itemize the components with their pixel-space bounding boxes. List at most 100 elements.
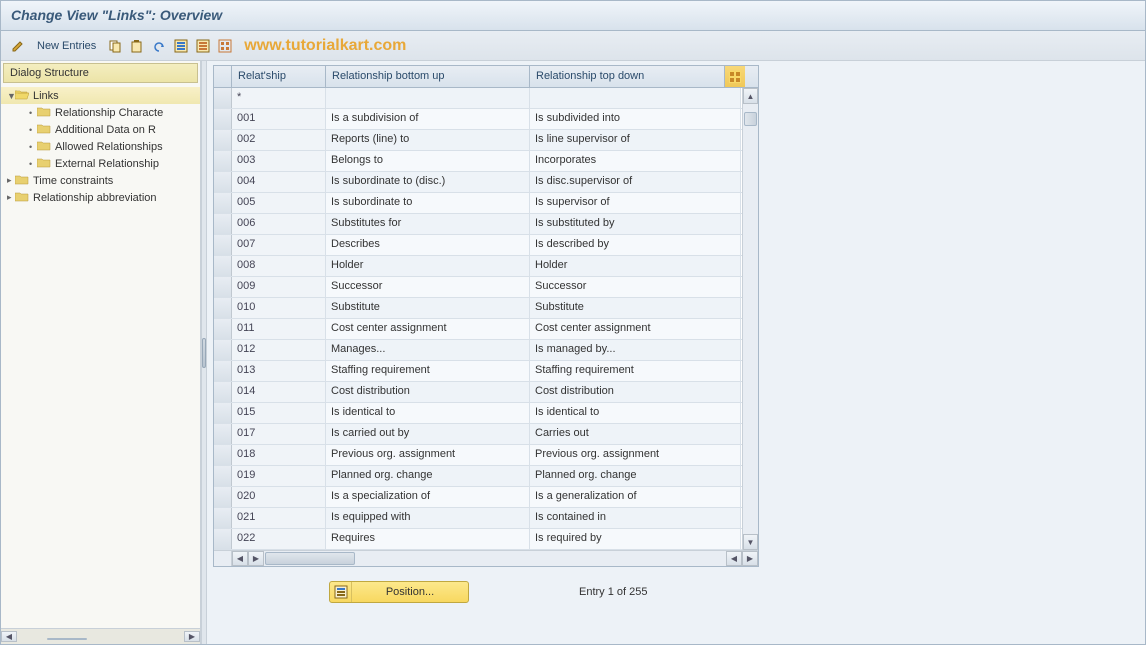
- cell-relationship[interactable]: 011: [232, 319, 326, 339]
- tree-item[interactable]: •Additional Data on R: [1, 121, 200, 138]
- row-select-button[interactable]: [214, 466, 232, 486]
- toggle-edit-icon[interactable]: [9, 37, 27, 55]
- scroll-down-icon[interactable]: ▼: [743, 534, 758, 550]
- hscroll-thumb[interactable]: [265, 552, 355, 565]
- cell-top-down[interactable]: Previous org. assignment: [530, 445, 741, 465]
- cell-bottom-up[interactable]: Requires: [326, 529, 530, 549]
- tree-item[interactable]: ▼Links: [1, 87, 200, 104]
- horizontal-scrollbar[interactable]: ◀ ▶ ◀ ▶: [214, 550, 758, 566]
- cell-bottom-up[interactable]: Planned org. change: [326, 466, 530, 486]
- cell-relationship[interactable]: 002: [232, 130, 326, 150]
- row-select-button[interactable]: [214, 256, 232, 276]
- col-header-top-down[interactable]: Relationship top down: [530, 66, 725, 87]
- vertical-scrollbar[interactable]: ▲ ▼: [742, 88, 758, 550]
- cell-top-down[interactable]: Is a generalization of: [530, 487, 741, 507]
- hscroll-right-icon[interactable]: ▶: [248, 551, 264, 566]
- sidebar-hscroll[interactable]: ◀ ▶: [1, 628, 200, 644]
- hscroll-right2-icon[interactable]: ▶: [742, 551, 758, 566]
- cell-relationship[interactable]: 017: [232, 424, 326, 444]
- cell-relationship[interactable]: 021: [232, 508, 326, 528]
- row-select-button[interactable]: [214, 424, 232, 444]
- cell-relationship[interactable]: 019: [232, 466, 326, 486]
- cell-relationship[interactable]: 010: [232, 298, 326, 318]
- cell-relationship[interactable]: 007: [232, 235, 326, 255]
- cell-bottom-up[interactable]: Is carried out by: [326, 424, 530, 444]
- cell-bottom-up[interactable]: Describes: [326, 235, 530, 255]
- cell-bottom-up[interactable]: Reports (line) to: [326, 130, 530, 150]
- cell-bottom-up[interactable]: Previous org. assignment: [326, 445, 530, 465]
- undo-icon[interactable]: [150, 37, 168, 55]
- cell-bottom-up[interactable]: Is a specialization of: [326, 487, 530, 507]
- cell-bottom-up[interactable]: Holder: [326, 256, 530, 276]
- row-select-button[interactable]: [214, 214, 232, 234]
- cell-relationship[interactable]: 014: [232, 382, 326, 402]
- tree-item[interactable]: •External Relationship: [1, 155, 200, 172]
- select-all-icon[interactable]: [172, 37, 190, 55]
- cell-relationship[interactable]: 018: [232, 445, 326, 465]
- cell-relationship[interactable]: 008: [232, 256, 326, 276]
- cell-relationship[interactable]: 020: [232, 487, 326, 507]
- cell-relationship[interactable]: 015: [232, 403, 326, 423]
- tree-item[interactable]: ▸Relationship abbreviation: [1, 189, 200, 206]
- row-select-button[interactable]: [214, 529, 232, 549]
- row-select-button[interactable]: [214, 298, 232, 318]
- row-select-button[interactable]: [214, 319, 232, 339]
- cell-bottom-up[interactable]: Is subordinate to: [326, 193, 530, 213]
- row-select-button[interactable]: [214, 340, 232, 360]
- cell-relationship[interactable]: 009: [232, 277, 326, 297]
- cell-bottom-up[interactable]: Is equipped with: [326, 508, 530, 528]
- cell-bottom-up[interactable]: Successor: [326, 277, 530, 297]
- col-header-relationship[interactable]: Relat'ship: [232, 66, 326, 87]
- cell-top-down[interactable]: Is contained in: [530, 508, 741, 528]
- row-select-button[interactable]: [214, 445, 232, 465]
- cell-top-down[interactable]: Is supervisor of: [530, 193, 741, 213]
- hscroll-left-icon[interactable]: ◀: [232, 551, 248, 566]
- cell-bottom-up[interactable]: Substitutes for: [326, 214, 530, 234]
- cell-top-down[interactable]: Staffing requirement: [530, 361, 741, 381]
- tree-item[interactable]: •Allowed Relationships: [1, 138, 200, 155]
- cell-top-down[interactable]: Substitute: [530, 298, 741, 318]
- cell-top-down[interactable]: Successor: [530, 277, 741, 297]
- cell-top-down[interactable]: Cost distribution: [530, 382, 741, 402]
- cell-top-down[interactable]: Carries out: [530, 424, 741, 444]
- row-select-button[interactable]: [214, 193, 232, 213]
- cell-top-down[interactable]: Cost center assignment: [530, 319, 741, 339]
- scroll-thumb[interactable]: [744, 112, 757, 126]
- scroll-right-icon[interactable]: ▶: [184, 631, 200, 642]
- cell-top-down[interactable]: Planned org. change: [530, 466, 741, 486]
- delete-icon[interactable]: [128, 37, 146, 55]
- cell-top-down[interactable]: Is managed by...: [530, 340, 741, 360]
- cell-relationship[interactable]: 005: [232, 193, 326, 213]
- cell-bottom-up[interactable]: [326, 88, 530, 108]
- cell-top-down[interactable]: Is described by: [530, 235, 741, 255]
- cell-top-down[interactable]: Is line supervisor of: [530, 130, 741, 150]
- cell-relationship[interactable]: 003: [232, 151, 326, 171]
- cell-bottom-up[interactable]: Cost distribution: [326, 382, 530, 402]
- row-select-button[interactable]: [214, 172, 232, 192]
- cell-relationship[interactable]: 013: [232, 361, 326, 381]
- row-select-button[interactable]: [214, 487, 232, 507]
- copy-icon[interactable]: [106, 37, 124, 55]
- position-button[interactable]: Position...: [329, 581, 469, 603]
- cell-top-down[interactable]: Is substituted by: [530, 214, 741, 234]
- scroll-left-icon[interactable]: ◀: [1, 631, 17, 642]
- table-config-icon[interactable]: [725, 66, 745, 87]
- cell-bottom-up[interactable]: Cost center assignment: [326, 319, 530, 339]
- hscroll-left2-icon[interactable]: ◀: [726, 551, 742, 566]
- cell-top-down[interactable]: Is identical to: [530, 403, 741, 423]
- cell-relationship[interactable]: *: [232, 88, 326, 108]
- cell-relationship[interactable]: 012: [232, 340, 326, 360]
- row-select-button[interactable]: [214, 88, 232, 108]
- cell-top-down[interactable]: Is required by: [530, 529, 741, 549]
- cell-bottom-up[interactable]: Staffing requirement: [326, 361, 530, 381]
- cell-relationship[interactable]: 004: [232, 172, 326, 192]
- cell-top-down[interactable]: Is disc.supervisor of: [530, 172, 741, 192]
- row-select-button[interactable]: [214, 382, 232, 402]
- cell-top-down[interactable]: Is subdivided into: [530, 109, 741, 129]
- cell-bottom-up[interactable]: Manages...: [326, 340, 530, 360]
- cell-bottom-up[interactable]: Is subordinate to (disc.): [326, 172, 530, 192]
- deselect-all-icon[interactable]: [194, 37, 212, 55]
- cell-top-down[interactable]: Incorporates: [530, 151, 741, 171]
- row-select-button[interactable]: [214, 277, 232, 297]
- config-icon[interactable]: [216, 37, 234, 55]
